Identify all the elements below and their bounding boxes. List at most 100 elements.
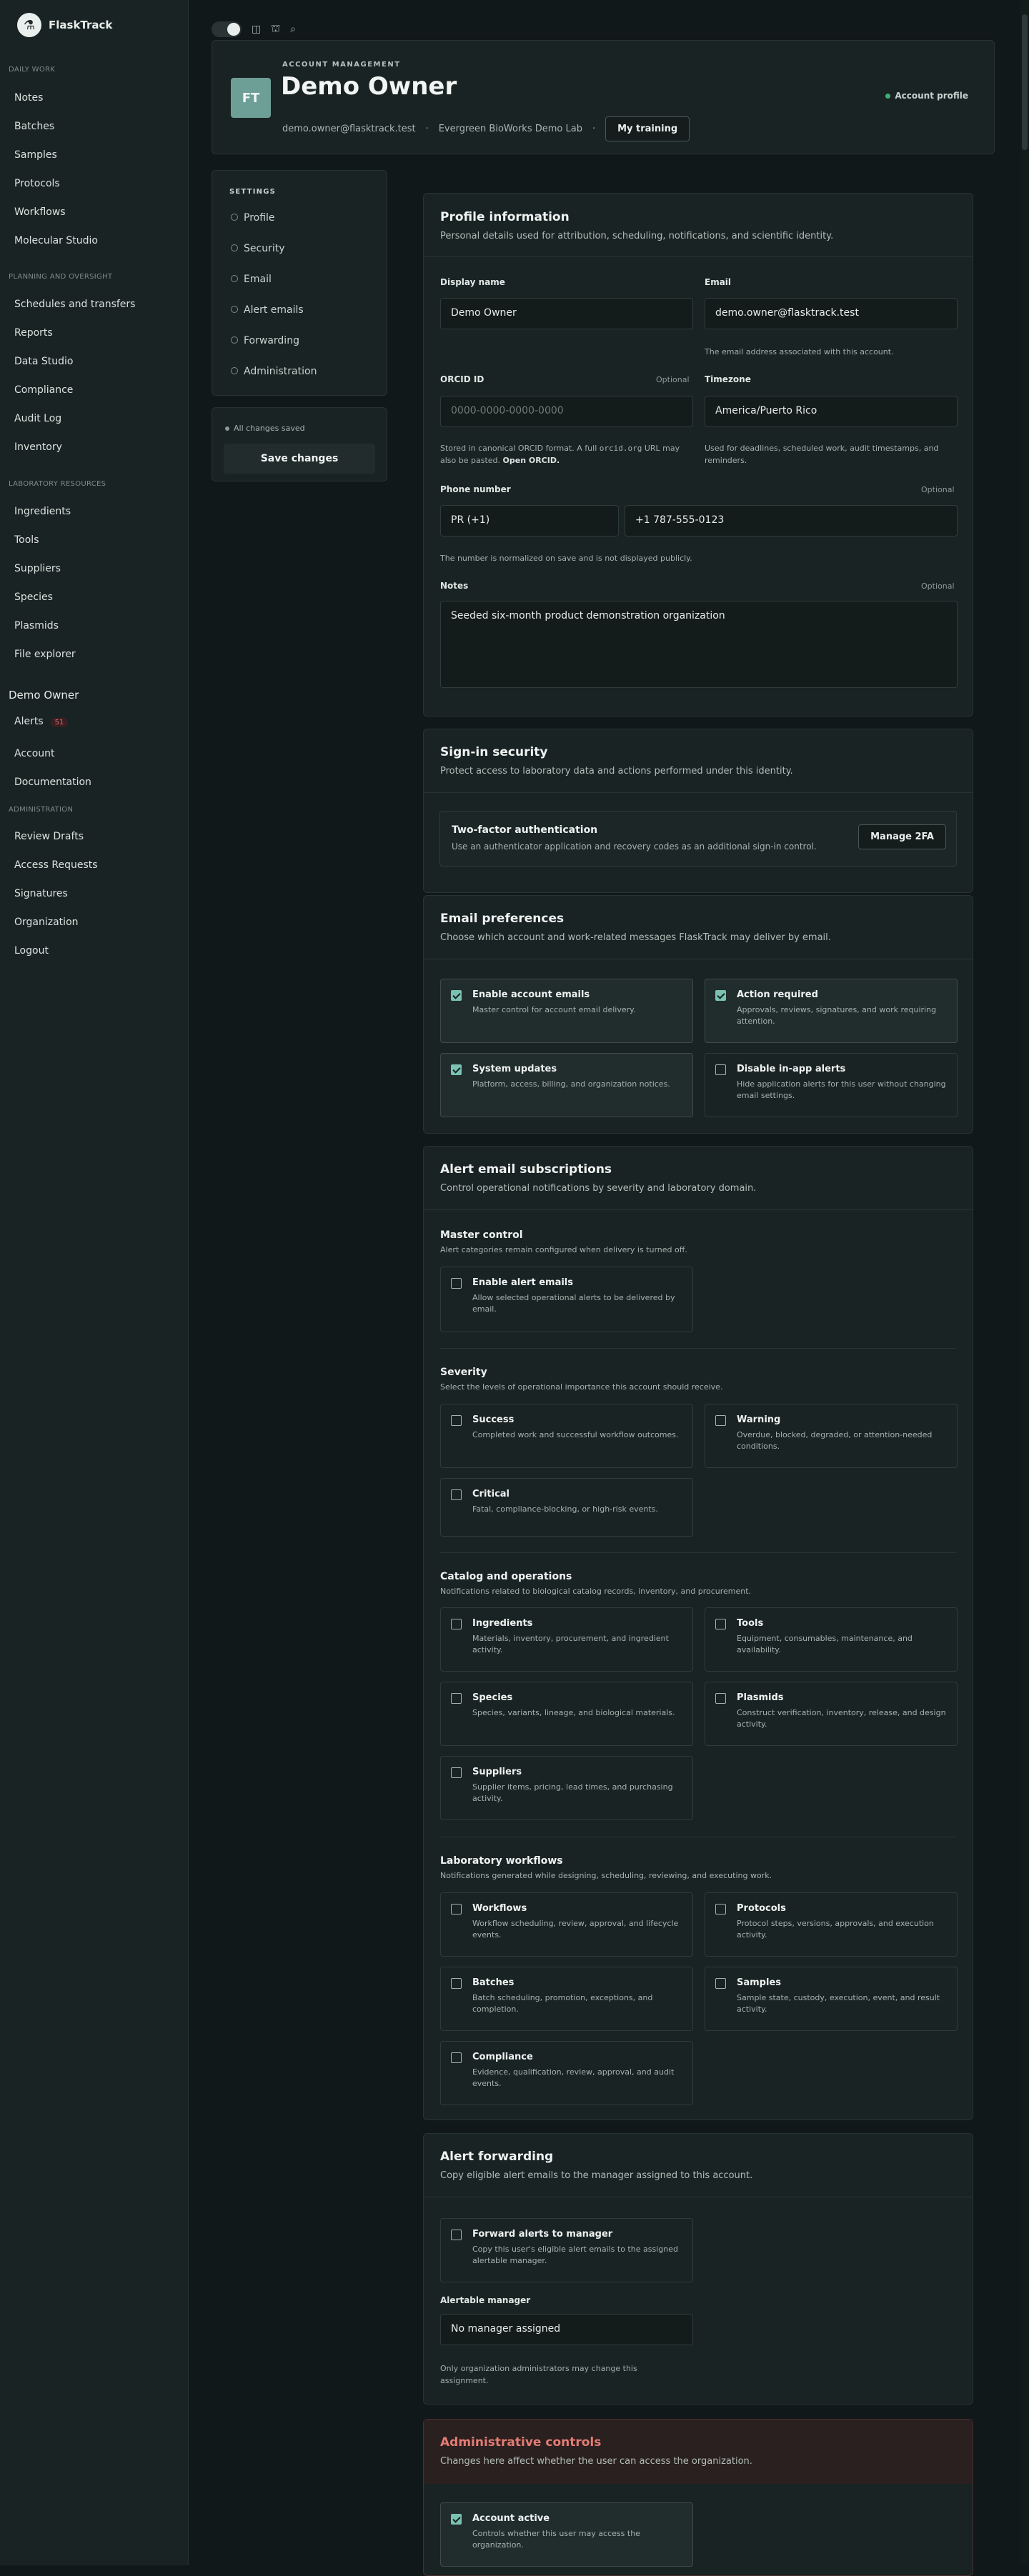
catalog-subtitle: Notifications related to biological cata… [440, 1587, 752, 1596]
save-button[interactable]: Save changes [224, 444, 375, 474]
catalog-plasmids-checkbox[interactable]: Plasmids Construct verification, inventor… [705, 1682, 958, 1746]
account-active-checkbox[interactable]: Account active Controls whether this user… [440, 2502, 693, 2567]
system-updates-checkbox[interactable]: System updates Platform, access, billing,… [440, 1053, 693, 1117]
manager-help: Only organization administrators may cha… [440, 2364, 637, 2385]
nav-signatures[interactable]: Signatures [14, 888, 68, 899]
nav-protocols[interactable]: Protocols [14, 178, 60, 189]
enable-alert-emails-checkbox[interactable]: Enable alert emails Allow selected operat… [440, 1267, 693, 1332]
lab-workflows-checkbox[interactable]: Workflows Workflow scheduling, review, ap… [440, 1892, 693, 1957]
header-meta: demo.owner@flasktrack.test · Evergreen Bi… [282, 116, 690, 141]
master-control-subtitle: Alert categories remain configured when … [440, 1245, 687, 1254]
catalog-ingredients-checkbox[interactable]: Ingredients Materials, inventory, procure… [440, 1607, 693, 1672]
action-required-checkbox[interactable]: Action required Approvals, reviews, signa… [705, 979, 958, 1043]
lab-protocols-checkbox[interactable]: Protocols Protocol steps, versions, appro… [705, 1892, 958, 1957]
settings-item-profile[interactable]: Profile [231, 212, 275, 224]
forward-alerts-checkbox[interactable]: Forward alerts to manager Copy this user'… [440, 2218, 693, 2282]
nav-ingredients[interactable]: Ingredients [14, 506, 71, 517]
theme-toggle[interactable] [212, 21, 242, 37]
manager-select[interactable]: No manager assigned [440, 2314, 693, 2345]
checkbox-checked [451, 2514, 462, 2525]
my-training-button[interactable]: My training [605, 116, 690, 141]
security-subtitle: Protect access to laboratory data and ac… [440, 766, 793, 777]
nav-molecular-studio[interactable]: Molecular Studio [14, 235, 98, 246]
checkbox-unchecked [715, 1064, 726, 1075]
nav-reports[interactable]: Reports [14, 327, 53, 339]
brand[interactable]: ⚗ FlaskTrack [17, 13, 112, 37]
nav-schedules[interactable]: Schedules and transfers [14, 299, 135, 310]
moon-icon [227, 23, 240, 36]
open-orcid-link[interactable]: Open ORCID. [503, 456, 560, 465]
nav-plasmids[interactable]: Plasmids [14, 620, 59, 631]
forwarding-subtitle: Copy eligible alert emails to the manage… [440, 2170, 753, 2181]
nav-organization[interactable]: Organization [14, 917, 79, 928]
catalog-species-checkbox[interactable]: Species Species, variants, lineage, and b… [440, 1682, 693, 1746]
notes-label: Notes [440, 581, 469, 591]
nav-tools[interactable]: Tools [14, 534, 39, 546]
profile-title: Profile information [440, 210, 570, 224]
display-name-input[interactable]: Demo Owner [440, 298, 693, 329]
security-title: Sign-in security [440, 745, 548, 759]
nav-compliance[interactable]: Compliance [14, 384, 73, 396]
severity-critical-checkbox[interactable]: Critical Fatal, compliance-blocking, or h… [440, 1478, 693, 1537]
notes-optional: Optional [921, 581, 955, 591]
nav-workflows[interactable]: Workflows [14, 206, 66, 218]
catalog-suppliers-checkbox[interactable]: Suppliers Supplier items, pricing, lead t… [440, 1756, 693, 1820]
lab-compliance-checkbox[interactable]: Compliance Evidence, qualification, revie… [440, 2041, 693, 2105]
nav-user-name[interactable]: Demo Owner [9, 689, 79, 702]
severity-success-checkbox[interactable]: Success Completed work and successful wor… [440, 1404, 693, 1468]
nav-batches[interactable]: Batches [14, 121, 54, 132]
timezone-select[interactable]: America/Puerto Rico [705, 396, 958, 427]
notes-textarea[interactable]: Seeded six-month product demonstration o… [440, 601, 958, 688]
timezone-label: Timezone [705, 374, 751, 384]
settings-item-administration[interactable]: Administration [231, 366, 317, 377]
nav-access-requests[interactable]: Access Requests [14, 859, 98, 871]
email-input[interactable]: demo.owner@flasktrack.test [705, 298, 958, 329]
catalog-tools-checkbox[interactable]: Tools Equipment, consumables, maintenance… [705, 1607, 958, 1672]
email-title: Email preferences [440, 912, 565, 926]
nav-audit-log[interactable]: Audit Log [14, 413, 61, 424]
lab-samples-checkbox[interactable]: Samples Sample state, custody, execution,… [705, 1967, 958, 2031]
settings-item-security[interactable]: Security [231, 243, 285, 254]
alerts-subtitle: Control operational notifications by sev… [440, 1183, 757, 1194]
nav-logout[interactable]: Logout [14, 945, 49, 957]
nav-data-studio[interactable]: Data Studio [14, 356, 73, 367]
lab-batches-checkbox[interactable]: Batches Batch scheduling, promotion, exce… [440, 1967, 693, 2031]
nav-file-explorer[interactable]: File explorer [14, 649, 76, 660]
orcid-input[interactable]: 0000-0000-0000-0000 [440, 396, 693, 427]
nav-section-admin: ADMINISTRATION [9, 806, 74, 814]
nav-account[interactable]: Account [14, 748, 55, 759]
settings-item-alert-emails[interactable]: Alert emails [231, 304, 304, 316]
settings-nav: SETTINGS Profile Security Email Alert em… [212, 170, 387, 396]
enable-account-emails-checkbox[interactable]: Enable account emails Master control for … [440, 979, 693, 1043]
nav-samples[interactable]: Samples [14, 149, 57, 161]
page-scrollbar[interactable] [1020, 0, 1029, 2565]
severity-warning-checkbox[interactable]: Warning Overdue, blocked, degraded, or at… [705, 1404, 958, 1468]
alerts-count-badge: 51 [50, 718, 69, 727]
avatar: FT [231, 78, 271, 118]
phone-label: Phone number [440, 484, 511, 494]
phone-input[interactable]: +1 787-555-0123 [625, 505, 958, 536]
severity-heading: Severity [440, 1367, 487, 1378]
top-toolbar: ◫ ⛫ ⌕ [212, 21, 296, 37]
nav-species[interactable]: Species [14, 591, 53, 603]
sidebar: ⚗ FlaskTrack DAILY WORK Notes Batches Sam… [0, 0, 189, 2565]
scrollbar-thumb[interactable] [1022, 14, 1028, 150]
nav-review-drafts[interactable]: Review Drafts [14, 831, 84, 842]
settings-item-forwarding[interactable]: Forwarding [231, 335, 299, 346]
disable-in-app-alerts-checkbox[interactable]: Disable in-app alerts Hide application al… [705, 1053, 958, 1117]
nav-alerts-label: Alerts [14, 716, 44, 727]
settings-item-email[interactable]: Email [231, 274, 272, 285]
nav-suppliers[interactable]: Suppliers [14, 563, 61, 574]
display-name-label: Display name [440, 277, 505, 287]
columns-icon[interactable]: ◫ [252, 24, 261, 35]
header-org: Evergreen BioWorks Demo Lab [438, 124, 582, 134]
nav-notes[interactable]: Notes [14, 92, 43, 104]
nav-alerts[interactable]: Alerts 51 [14, 716, 69, 727]
phone-country-select[interactable]: PR (+1) [440, 505, 619, 536]
nav-documentation[interactable]: Documentation [14, 777, 91, 788]
lab-workflows-subtitle: Notifications generated while designing,… [440, 1871, 772, 1880]
nav-inventory[interactable]: Inventory [14, 441, 62, 453]
hierarchy-icon[interactable]: ⛫ [271, 23, 280, 36]
search-icon[interactable]: ⌕ [290, 24, 296, 35]
manage-2fa-button[interactable]: Manage 2FA [858, 824, 946, 849]
